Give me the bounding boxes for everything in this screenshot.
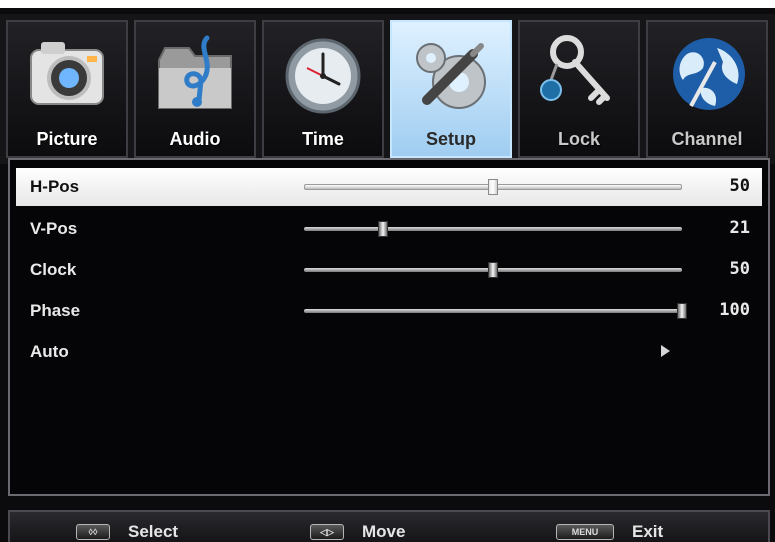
setup-menu-panel: H-Pos 50 V-Pos 21 Clock 50 Phase 100 Aut… <box>8 158 770 496</box>
slider-thumb[interactable] <box>677 303 687 319</box>
footer-hints: ◊◊ Select ◁▷ Move MENU Exit <box>8 510 770 542</box>
chevron-right-icon[interactable] <box>661 345 670 357</box>
menu-row-phase[interactable]: Phase 100 <box>16 292 762 330</box>
menu-row-label: H-Pos <box>30 177 80 196</box>
vpos-slider[interactable] <box>304 221 682 237</box>
tab-label: Setup <box>425 129 476 149</box>
slider-thumb[interactable] <box>378 221 389 237</box>
tab-lock[interactable]: Lock <box>518 20 640 158</box>
menu-row-value: 50 <box>729 259 750 279</box>
menu-row-label: Auto <box>30 342 69 361</box>
hint-label: Select <box>128 522 179 541</box>
hint-select: ◊◊ Select <box>76 522 178 542</box>
tab-audio[interactable]: Audio <box>134 20 256 158</box>
hint-label: Move <box>362 522 406 541</box>
hpos-slider[interactable] <box>304 179 682 195</box>
left-right-key-icon: ◁▷ <box>310 524 344 540</box>
globe-icon <box>673 38 745 110</box>
slider-thumb[interactable] <box>488 262 498 278</box>
tab-label: Audio <box>169 129 221 149</box>
tab-bar: Picture Audio Time Setup Lock Channel <box>0 14 775 164</box>
slider-thumb[interactable] <box>488 179 498 195</box>
music-folder-icon <box>158 35 232 109</box>
tab-setup[interactable]: Setup <box>390 20 512 158</box>
up-down-key-icon: ◊◊ <box>76 524 110 540</box>
clock-slider[interactable] <box>304 262 682 278</box>
tab-label: Channel <box>671 129 743 149</box>
menu-row-hpos[interactable]: H-Pos 50 <box>16 168 762 206</box>
tab-label: Lock <box>557 129 600 149</box>
menu-key-icon: MENU <box>556 524 614 540</box>
hint-label: Exit <box>632 522 664 541</box>
phase-slider[interactable] <box>304 303 687 319</box>
menu-row-vpos[interactable]: V-Pos 21 <box>16 210 762 248</box>
key-icon <box>540 35 610 105</box>
menu-row-value: 100 <box>719 300 750 320</box>
tab-picture[interactable]: Picture <box>6 20 128 158</box>
tab-time[interactable]: Time <box>262 20 384 158</box>
menu-row-value: 50 <box>729 176 750 196</box>
menu-row-label: Clock <box>30 260 77 279</box>
hint-exit: MENU Exit <box>556 522 663 542</box>
menu-row-label: V-Pos <box>30 219 78 238</box>
camera-icon <box>30 42 104 105</box>
menu-row-value: 21 <box>729 218 750 238</box>
gears-icon <box>416 43 486 109</box>
tab-label: Picture <box>36 129 98 149</box>
osd-menu: Picture Audio Time Setup Lock Channel H-… <box>0 8 775 542</box>
menu-row-label: Phase <box>30 301 81 320</box>
tab-channel[interactable]: Channel <box>646 20 768 158</box>
clock-icon <box>285 38 361 114</box>
tab-label: Time <box>302 129 344 149</box>
hint-move: ◁▷ Move <box>310 522 405 542</box>
menu-row-clock[interactable]: Clock 50 <box>16 251 762 289</box>
menu-row-auto[interactable]: Auto <box>16 333 762 371</box>
